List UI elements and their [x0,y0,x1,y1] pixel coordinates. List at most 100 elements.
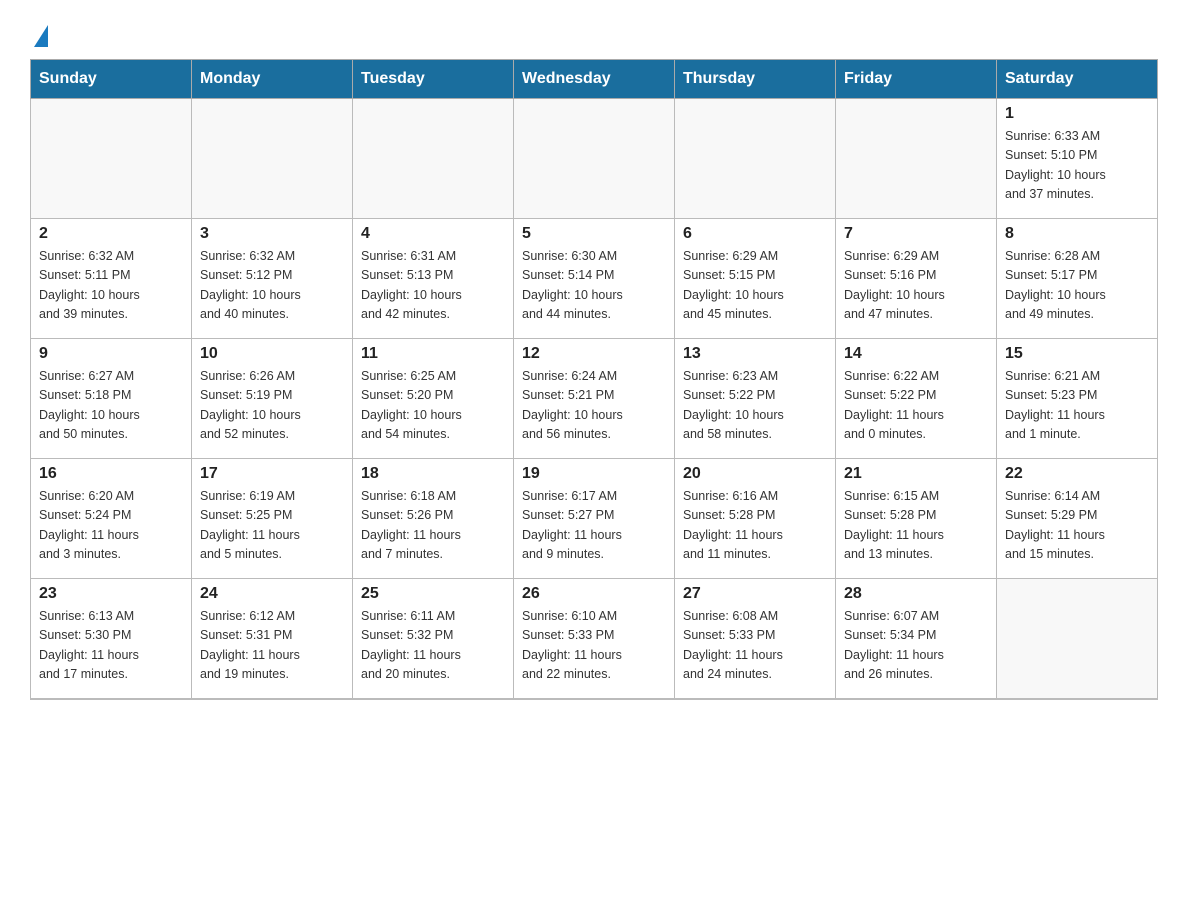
logo [30,20,48,49]
day-number: 14 [844,345,988,363]
day-info: Sunrise: 6:32 AMSunset: 5:11 PMDaylight:… [39,247,183,325]
calendar-cell: 18Sunrise: 6:18 AMSunset: 5:26 PMDayligh… [353,459,514,579]
calendar-cell: 4Sunrise: 6:31 AMSunset: 5:13 PMDaylight… [353,219,514,339]
calendar-cell: 21 Sunrise: 6:15 AMSunset: 5:28 PMDayligh… [836,459,997,579]
day-info: Sunrise: 6:07 AMSunset: 5:34 PMDaylight:… [844,607,988,685]
day-info: Sunrise: 6:29 AMSunset: 5:16 PMDaylight:… [844,247,988,325]
page-header [30,20,1158,49]
calendar-cell [836,99,997,219]
calendar-cell: 9 Sunrise: 6:27 AMSunset: 5:18 PMDaylight… [31,339,192,459]
day-info: Sunrise: 6:14 AMSunset: 5:29 PMDaylight:… [1005,487,1149,565]
day-number: 5 [522,225,666,243]
calendar-cell [192,99,353,219]
day-info: Sunrise: 6:23 AMSunset: 5:22 PMDaylight:… [683,367,827,445]
calendar-cell [675,99,836,219]
calendar-cell: 14 Sunrise: 6:22 AMSunset: 5:22 PMDayligh… [836,339,997,459]
calendar-cell: 3Sunrise: 6:32 AMSunset: 5:12 PMDaylight… [192,219,353,339]
day-info: Sunrise: 6:17 AMSunset: 5:27 PMDaylight:… [522,487,666,565]
day-number: 2 [39,225,183,243]
calendar-cell [353,99,514,219]
day-info: Sunrise: 6:16 AMSunset: 5:28 PMDaylight:… [683,487,827,565]
day-info: Sunrise: 6:30 AMSunset: 5:14 PMDaylight:… [522,247,666,325]
day-info: Sunrise: 6:25 AMSunset: 5:20 PMDaylight:… [361,367,505,445]
day-number: 12 [522,345,666,363]
logo-triangle-icon [34,25,48,47]
calendar-table: SundayMondayTuesdayWednesdayThursdayFrid… [30,59,1158,700]
calendar-cell: 10 Sunrise: 6:26 AMSunset: 5:19 PMDayligh… [192,339,353,459]
day-number: 11 [361,345,505,363]
calendar-week-row: 16 Sunrise: 6:20 AMSunset: 5:24 PMDayligh… [31,459,1158,579]
day-number: 15 [1005,345,1149,363]
calendar-cell: 15 Sunrise: 6:21 AMSunset: 5:23 PMDayligh… [997,339,1158,459]
day-info: Sunrise: 6:21 AMSunset: 5:23 PMDaylight:… [1005,367,1149,445]
calendar-header-friday: Friday [836,60,997,99]
calendar-header-tuesday: Tuesday [353,60,514,99]
day-info: Sunrise: 6:32 AMSunset: 5:12 PMDaylight:… [200,247,344,325]
calendar-cell: 20 Sunrise: 6:16 AMSunset: 5:28 PMDayligh… [675,459,836,579]
calendar-cell [514,99,675,219]
day-info: Sunrise: 6:33 AMSunset: 5:10 PMDaylight:… [1005,127,1149,205]
calendar-cell: 16 Sunrise: 6:20 AMSunset: 5:24 PMDayligh… [31,459,192,579]
day-number: 28 [844,585,988,603]
day-number: 8 [1005,225,1149,243]
calendar-cell [31,99,192,219]
calendar-cell: 2 Sunrise: 6:32 AMSunset: 5:11 PMDaylight… [31,219,192,339]
day-number: 21 [844,465,988,483]
day-number: 1 [1005,105,1149,123]
day-info: Sunrise: 6:13 AMSunset: 5:30 PMDaylight:… [39,607,183,685]
calendar-header-saturday: Saturday [997,60,1158,99]
calendar-header-sunday: Sunday [31,60,192,99]
calendar-cell: 28 Sunrise: 6:07 AMSunset: 5:34 PMDayligh… [836,579,997,699]
calendar-cell: 23Sunrise: 6:13 AMSunset: 5:30 PMDayligh… [31,579,192,699]
calendar-cell: 1 Sunrise: 6:33 AMSunset: 5:10 PMDaylight… [997,99,1158,219]
day-number: 6 [683,225,827,243]
calendar-cell: 6 Sunrise: 6:29 AMSunset: 5:15 PMDaylight… [675,219,836,339]
day-info: Sunrise: 6:08 AMSunset: 5:33 PMDaylight:… [683,607,827,685]
day-info: Sunrise: 6:19 AMSunset: 5:25 PMDaylight:… [200,487,344,565]
calendar-cell: 19 Sunrise: 6:17 AMSunset: 5:27 PMDayligh… [514,459,675,579]
day-number: 19 [522,465,666,483]
day-number: 7 [844,225,988,243]
day-number: 16 [39,465,183,483]
day-info: Sunrise: 6:26 AMSunset: 5:19 PMDaylight:… [200,367,344,445]
day-number: 10 [200,345,344,363]
day-info: Sunrise: 6:20 AMSunset: 5:24 PMDaylight:… [39,487,183,565]
day-number: 26 [522,585,666,603]
calendar-cell: 25 Sunrise: 6:11 AMSunset: 5:32 PMDayligh… [353,579,514,699]
calendar-cell: 22 Sunrise: 6:14 AMSunset: 5:29 PMDayligh… [997,459,1158,579]
day-number: 13 [683,345,827,363]
day-info: Sunrise: 6:27 AMSunset: 5:18 PMDaylight:… [39,367,183,445]
day-info: Sunrise: 6:22 AMSunset: 5:22 PMDaylight:… [844,367,988,445]
calendar-week-row: 2 Sunrise: 6:32 AMSunset: 5:11 PMDaylight… [31,219,1158,339]
day-number: 9 [39,345,183,363]
calendar-cell: 13 Sunrise: 6:23 AMSunset: 5:22 PMDayligh… [675,339,836,459]
calendar-header-thursday: Thursday [675,60,836,99]
day-info: Sunrise: 6:12 AMSunset: 5:31 PMDaylight:… [200,607,344,685]
calendar-cell: 27Sunrise: 6:08 AMSunset: 5:33 PMDayligh… [675,579,836,699]
day-info: Sunrise: 6:15 AMSunset: 5:28 PMDaylight:… [844,487,988,565]
calendar-header-wednesday: Wednesday [514,60,675,99]
calendar-cell [997,579,1158,699]
calendar-header-monday: Monday [192,60,353,99]
calendar-cell: 8 Sunrise: 6:28 AMSunset: 5:17 PMDaylight… [997,219,1158,339]
calendar-cell: 17 Sunrise: 6:19 AMSunset: 5:25 PMDayligh… [192,459,353,579]
day-info: Sunrise: 6:29 AMSunset: 5:15 PMDaylight:… [683,247,827,325]
day-info: Sunrise: 6:18 AMSunset: 5:26 PMDaylight:… [361,487,505,565]
day-number: 4 [361,225,505,243]
calendar-week-row: 23Sunrise: 6:13 AMSunset: 5:30 PMDayligh… [31,579,1158,699]
calendar-cell: 11 Sunrise: 6:25 AMSunset: 5:20 PMDayligh… [353,339,514,459]
day-number: 24 [200,585,344,603]
day-info: Sunrise: 6:24 AMSunset: 5:21 PMDaylight:… [522,367,666,445]
day-number: 20 [683,465,827,483]
calendar-cell: 12 Sunrise: 6:24 AMSunset: 5:21 PMDayligh… [514,339,675,459]
day-info: Sunrise: 6:10 AMSunset: 5:33 PMDaylight:… [522,607,666,685]
calendar-week-row: 1 Sunrise: 6:33 AMSunset: 5:10 PMDaylight… [31,99,1158,219]
calendar-cell: 26 Sunrise: 6:10 AMSunset: 5:33 PMDayligh… [514,579,675,699]
day-number: 22 [1005,465,1149,483]
calendar-cell: 24 Sunrise: 6:12 AMSunset: 5:31 PMDayligh… [192,579,353,699]
calendar-cell: 7 Sunrise: 6:29 AMSunset: 5:16 PMDaylight… [836,219,997,339]
day-number: 25 [361,585,505,603]
day-info: Sunrise: 6:11 AMSunset: 5:32 PMDaylight:… [361,607,505,685]
day-info: Sunrise: 6:28 AMSunset: 5:17 PMDaylight:… [1005,247,1149,325]
day-number: 17 [200,465,344,483]
